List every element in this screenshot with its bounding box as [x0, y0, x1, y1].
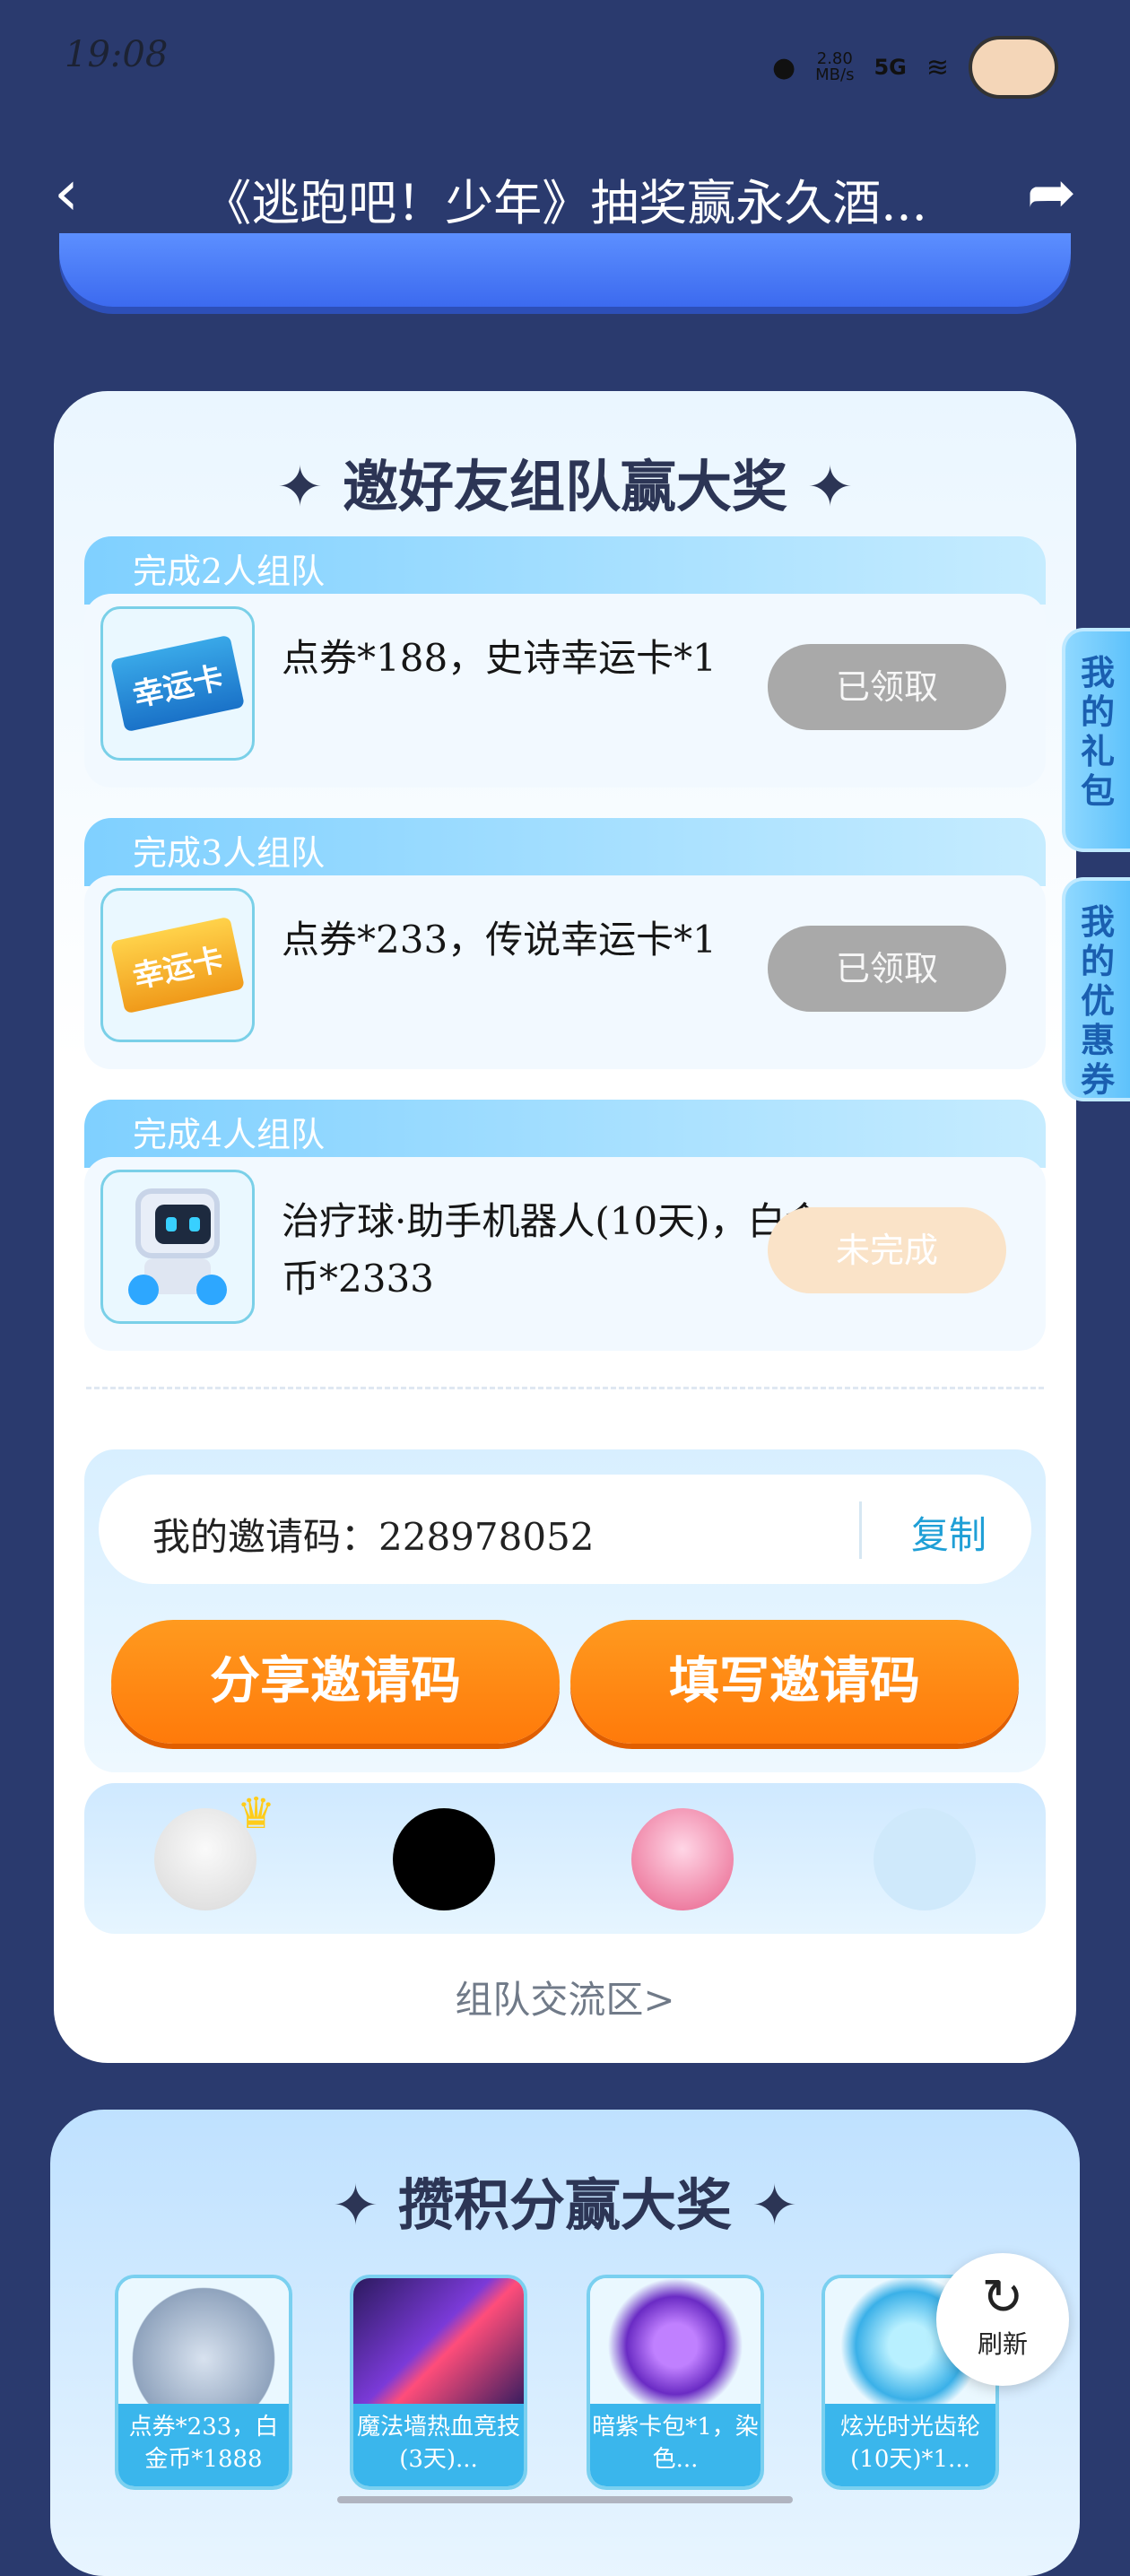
reward-image: 幸运卡 [100, 606, 255, 761]
reward-text: 点券*188，史诗幸运卡*1 [282, 636, 717, 680]
team-members: ♛ [84, 1783, 1046, 1934]
magic-wall-icon [353, 2278, 524, 2413]
points-card: ✦ 攒积分赢大奖 ✦ 点券*233，白金币*1888 魔法墙热血竞技(3天)..… [50, 2110, 1080, 2576]
net-speed: 2.80 MB/s [815, 49, 855, 84]
empty-slot-avatar[interactable] [874, 1808, 976, 1910]
page-title: 《逃跑吧！少年》抽奖赢永久酒... [203, 175, 927, 231]
page-header: ‹ 《逃跑吧！少年》抽奖赢永久酒... ➦ [0, 144, 1130, 242]
refresh-button[interactable]: ↻ 刷新 [936, 2253, 1069, 2386]
separator [859, 1501, 862, 1559]
reward-image [100, 1170, 255, 1324]
claimed-button[interactable]: 已领取 [768, 926, 1006, 1012]
reward-text: 点券*233，传说幸运卡*1 [282, 918, 717, 962]
claimed-button[interactable]: 已领取 [768, 644, 1006, 730]
prize-item[interactable]: 点券*233，白金币*1888 [115, 2275, 292, 2490]
lucky-card-icon: 幸运卡 [109, 916, 246, 1014]
reward-text: 治疗球·助手机器人(10天)，白金币*2333 [282, 1199, 823, 1301]
invite-code-label: 我的邀请码：228978052 [152, 1515, 595, 1559]
tier-body: 幸运卡 点券*188，史诗幸运卡*1 已领取 [84, 594, 1046, 788]
refresh-icon: ↻ [981, 2268, 1024, 2327]
team-section-title: ✦ 邀好友组队赢大奖 ✦ [276, 454, 854, 519]
status-bar: 19:08 ● 2.80 MB/s 5G ≋ [0, 0, 1130, 117]
status-avatar [969, 36, 1058, 99]
coins-icon [118, 2278, 289, 2413]
chevron-left-icon[interactable]: ‹ [54, 161, 79, 224]
location-icon: ● [771, 51, 796, 83]
prize-label: 炫光时光齿轮(10天)*1... [825, 2404, 995, 2486]
team-card: ✦ 邀好友组队赢大奖 ✦ 完成2人组队 幸运卡 点券*188，史诗幸运卡*1 已… [54, 391, 1076, 2063]
lucky-card-icon: 幸运卡 [109, 634, 246, 733]
member-avatar[interactable] [393, 1808, 495, 1910]
share-code-button[interactable]: 分享邀请码 [111, 1620, 560, 1744]
invite-code: 228978052 [378, 1515, 595, 1559]
prize-item[interactable]: 魔法墙热血竞技(3天)... [350, 2275, 527, 2490]
top-banner-edge [59, 233, 1071, 307]
fill-code-button[interactable]: 填写邀请码 [570, 1620, 1019, 1744]
tier-tab-label: 完成2人组队 [133, 552, 326, 591]
prize-label: 魔法墙热血竞技(3天)... [353, 2404, 524, 2486]
tier-tab-label: 完成3人组队 [133, 833, 326, 873]
divider [86, 1387, 1044, 1389]
status-time: 19:08 [65, 34, 169, 75]
tier-2-person: 完成2人组队 幸运卡 点券*188，史诗幸运卡*1 已领取 [84, 536, 1046, 788]
invite-panel: 我的邀请码：228978052 复制 分享邀请码 填写邀请码 [84, 1449, 1046, 1772]
points-section-title: ✦ 攒积分赢大奖 ✦ [332, 2172, 798, 2238]
not-completed-button[interactable]: 未完成 [768, 1207, 1006, 1293]
refresh-label: 刷新 [977, 2329, 1028, 2359]
tier-3-person: 完成3人组队 幸运卡 点券*233，传说幸运卡*1 已领取 [84, 818, 1046, 1069]
home-indicator[interactable] [337, 2496, 793, 2503]
prize-item[interactable]: 暗紫卡包*1，染色... [587, 2275, 764, 2490]
tier-body: 幸运卡 点券*233，传说幸运卡*1 已领取 [84, 875, 1046, 1069]
my-coupons-tab[interactable]: 我的优惠券 [1062, 877, 1130, 1101]
prize-label: 暗紫卡包*1，染色... [590, 2404, 761, 2486]
copy-button[interactable]: 复制 [911, 1505, 987, 1560]
crown-icon: ♛ [237, 1788, 276, 1839]
tier-body: 治疗球·助手机器人(10天)，白金币*2333 未完成 [84, 1157, 1046, 1351]
reward-image: 幸运卡 [100, 888, 255, 1042]
network-label: 5G [874, 55, 907, 80]
tier-4-person: 完成4人组队 治疗球·助手机器人(10天)，白金币*2333 未完成 [84, 1100, 1046, 1351]
robot-icon [128, 1188, 227, 1305]
status-icons: ● 2.80 MB/s 5G ≋ [772, 36, 1058, 99]
member-avatar[interactable] [631, 1808, 734, 1910]
my-gifts-tab[interactable]: 我的礼包 [1062, 628, 1130, 852]
prize-label: 点券*233，白金币*1888 [118, 2404, 289, 2486]
invite-code-box: 我的邀请码：228978052 复制 [99, 1475, 1031, 1584]
card-pack-icon [590, 2278, 761, 2413]
wifi-icon: ≋ [926, 51, 949, 83]
tier-tab-label: 完成4人组队 [133, 1115, 326, 1154]
share-icon[interactable]: ➦ [1027, 161, 1076, 224]
team-chat-link[interactable]: 组队交流区> [54, 1970, 1076, 2024]
